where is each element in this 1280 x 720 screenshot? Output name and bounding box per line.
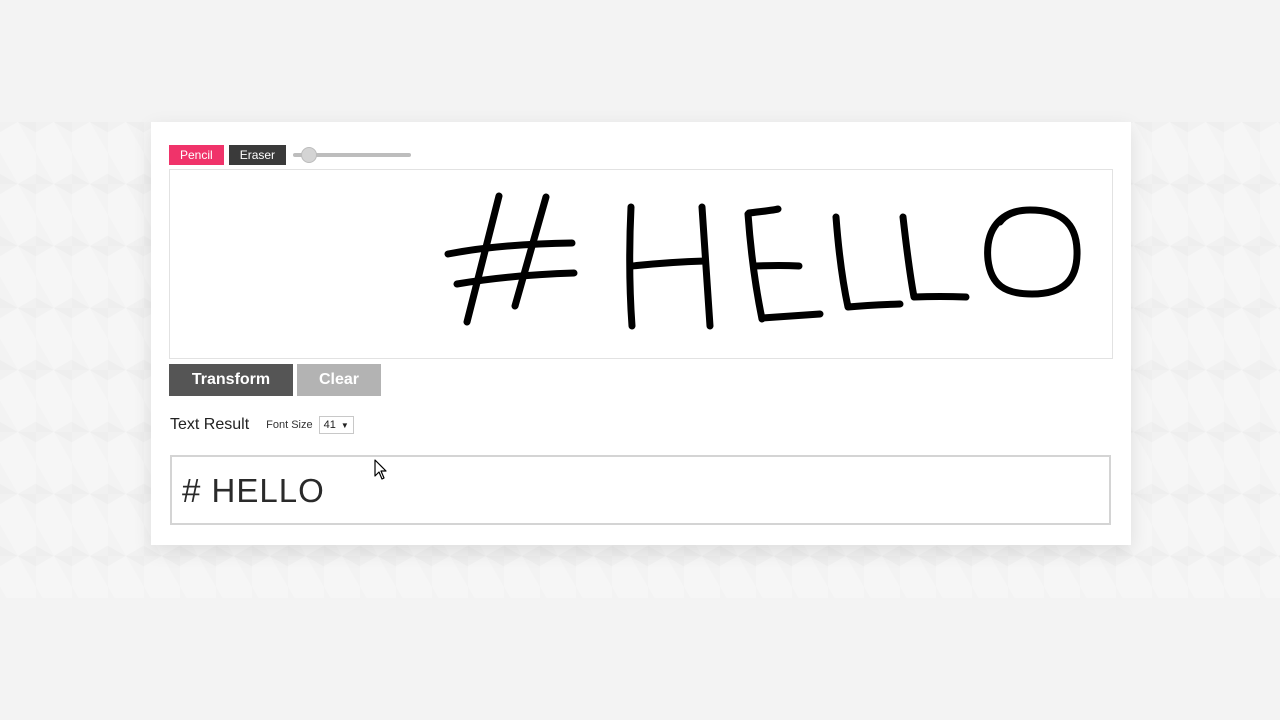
result-title: Text Result bbox=[170, 416, 250, 433]
pencil-button[interactable]: Pencil bbox=[169, 145, 224, 165]
result-header: Text Result Font Size 41 ▼ bbox=[170, 416, 354, 434]
text-result-box[interactable]: # HELLO bbox=[170, 455, 1111, 525]
handwriting-card: Pencil Eraser Transform Clear Text Resul… bbox=[151, 122, 1131, 545]
stroke-hash-top bbox=[444, 239, 576, 258]
mouse-pointer-icon bbox=[374, 459, 387, 480]
transform-button[interactable]: Transform bbox=[169, 364, 293, 396]
stroke-e-bottom bbox=[758, 310, 824, 322]
stroke-hash-left bbox=[463, 192, 503, 326]
clear-button[interactable]: Clear bbox=[297, 364, 381, 396]
stroke-e-top bbox=[745, 205, 782, 217]
stroke-h-right bbox=[698, 203, 714, 330]
stroke-o bbox=[984, 206, 1081, 298]
font-size-value: 41 bbox=[323, 419, 336, 431]
stroke-l1 bbox=[832, 213, 904, 311]
stroke-e-middle bbox=[751, 262, 803, 270]
result-text: # HELLO bbox=[182, 472, 325, 509]
stroke-h-middle bbox=[628, 257, 709, 270]
stroke-hash-bottom bbox=[453, 269, 578, 288]
action-buttons: Transform Clear bbox=[169, 364, 381, 396]
handwritten-strokes bbox=[444, 192, 1081, 330]
font-size-label: Font Size bbox=[266, 419, 313, 431]
font-size-select[interactable]: 41 ▼ bbox=[318, 416, 354, 434]
drawing-toolbar: Pencil Eraser bbox=[169, 145, 412, 165]
app-frame: Pencil Eraser Transform Clear Text Resul… bbox=[0, 0, 1280, 720]
brush-size-slider[interactable] bbox=[291, 145, 412, 165]
caret-down-icon: ▼ bbox=[340, 420, 349, 430]
drawing-canvas[interactable] bbox=[169, 169, 1113, 359]
eraser-button[interactable]: Eraser bbox=[228, 145, 287, 165]
stroke-hash-right bbox=[511, 193, 550, 310]
stroke-l2 bbox=[899, 213, 970, 301]
slider-thumb[interactable] bbox=[301, 147, 318, 163]
